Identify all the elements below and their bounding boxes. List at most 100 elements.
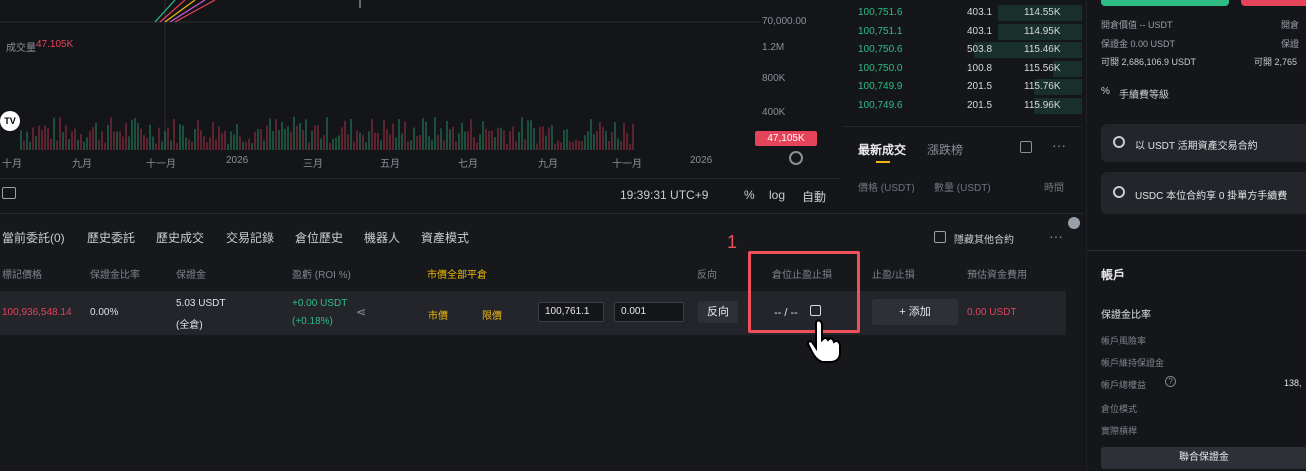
promo-card-usdc[interactable]: USDC 本位合約享 0 掛單方手續費	[1101, 172, 1306, 214]
log-scale-button[interactable]: log	[769, 188, 785, 202]
order-cost: 開倉價值 -- USDT	[1101, 20, 1173, 30]
calendar-icon[interactable]	[2, 187, 16, 199]
tab-bots[interactable]: 機器人	[364, 229, 400, 246]
buy-button[interactable]	[1101, 0, 1229, 6]
tab-open-orders[interactable]: 當前委託(0)	[2, 229, 65, 246]
volume-bar	[323, 135, 325, 150]
add-tpsl-button[interactable]: + 添加	[872, 299, 958, 325]
close-qty-input[interactable]: 0.001	[614, 302, 684, 322]
volume-bar	[530, 120, 532, 150]
tab-trade-history[interactable]: 歷史成交	[156, 229, 204, 246]
percent-scale-button[interactable]: %	[744, 188, 755, 202]
orderbook-total: 115.76K	[1024, 81, 1061, 92]
volume-bar	[53, 117, 55, 150]
volume-bar	[269, 118, 271, 150]
tab-latest-trades[interactable]: 最新成交	[858, 141, 906, 158]
hand-cursor-icon	[806, 319, 841, 363]
roi: (+0.18%)	[292, 316, 333, 327]
volume-bar	[482, 121, 484, 150]
promo-text: 以 USDT 活期資產交易合約	[1135, 141, 1258, 152]
divider	[1087, 250, 1306, 251]
hide-other-contracts-checkbox[interactable]	[934, 231, 946, 243]
orderbook-price: 100,751.1	[858, 25, 903, 37]
close-icon[interactable]	[1068, 217, 1080, 229]
volume-bar	[89, 130, 91, 150]
price-chart[interactable]: 成交量 47.105K 70,000.00 1.2M 800K 400K 47,…	[0, 0, 840, 178]
volume-bar	[629, 143, 631, 150]
sell-button[interactable]	[1241, 0, 1306, 6]
usdc-icon	[1113, 186, 1125, 198]
orderbook-row[interactable]: 100,751.1 403.1 114.95K	[842, 23, 1082, 41]
volume-bar	[278, 130, 280, 150]
orderbook-row[interactable]: 100,749.6 201.5 115.96K	[842, 97, 1082, 115]
close-limit-button[interactable]: 限價	[482, 307, 502, 322]
joint-margin-button[interactable]: 聯合保證金	[1101, 447, 1306, 469]
time-axis-label: 2026	[690, 155, 713, 166]
volume-bar	[80, 134, 82, 150]
volume-bar	[563, 130, 565, 150]
volume-bar	[539, 126, 541, 150]
promo-card-usdt[interactable]: 以 USDT 活期資產交易合約	[1101, 124, 1306, 162]
volume-bar	[431, 140, 433, 150]
volume-bar	[179, 124, 181, 150]
share-icon[interactable]: ⋖	[356, 305, 366, 319]
volume-bar	[392, 123, 394, 150]
volume-bar	[125, 123, 127, 150]
volume-bar	[467, 131, 469, 150]
time-axis-label: 九月	[72, 159, 92, 170]
account-equity-value: 138,	[1284, 378, 1302, 388]
gear-icon[interactable]	[789, 151, 803, 165]
auto-scale-button[interactable]: 自動	[802, 188, 826, 205]
close-all-market-button[interactable]: 市價全部平倉	[427, 266, 487, 281]
right-panel: 開倉價值 -- USDT 開倉 保證金 0.00 USDT 保證 可開 2,68…	[1086, 0, 1306, 471]
tab-position-history[interactable]: 倉位歷史	[295, 229, 343, 246]
help-icon[interactable]: ?	[1165, 376, 1176, 387]
tab-order-history[interactable]: 歷史委託	[87, 229, 135, 246]
header-tpsl: 止盈/止損	[872, 270, 915, 281]
volume-bar	[233, 134, 235, 150]
header-est-fee: 預估資金費用	[967, 270, 1027, 281]
volume-bar	[353, 141, 355, 150]
volume-bar	[365, 142, 367, 150]
tab-transaction-log[interactable]: 交易記錄	[226, 229, 274, 246]
volume-bar	[311, 130, 313, 150]
more-icon[interactable]: ···	[1052, 137, 1066, 153]
orderbook-row[interactable]: 100,750.0 100.8 115.56K	[842, 60, 1082, 78]
volume-bar	[50, 139, 52, 150]
close-price-input[interactable]: 100,761.1	[538, 302, 604, 322]
est-funding-fee: 0.00 USDT	[967, 307, 1017, 318]
more-icon[interactable]: ···	[1049, 228, 1063, 244]
reverse-button[interactable]: 反向	[698, 301, 738, 323]
volume-bar	[68, 139, 70, 150]
volume-bar	[455, 141, 457, 150]
popout-icon[interactable]	[1020, 141, 1032, 153]
fee-level-link[interactable]: 手續費等級	[1119, 86, 1169, 101]
tab-asset-mode[interactable]: 資產模式	[421, 229, 469, 246]
orderbook-row[interactable]: 100,751.6 403.1 114.55K	[842, 4, 1082, 22]
volume-bar	[572, 141, 574, 150]
volume-bar	[347, 134, 349, 150]
tab-movers[interactable]: 漲跌榜	[927, 141, 963, 158]
volume-bar	[284, 128, 286, 150]
volume-bar	[275, 119, 277, 150]
volume-bar	[272, 131, 274, 150]
volume-bar	[308, 142, 310, 150]
volume-bar	[527, 120, 529, 150]
volume-bar	[350, 118, 352, 150]
volume-bar	[266, 125, 268, 150]
volume-bar	[188, 139, 190, 150]
volume-bar	[140, 128, 142, 150]
volume-bar	[92, 127, 94, 150]
close-market-button[interactable]: 市價	[428, 307, 448, 322]
volume-bar	[326, 117, 328, 150]
volume-bar	[626, 132, 628, 150]
tradingview-logo[interactable]: TV	[0, 111, 20, 131]
order-margin-short: 保證	[1281, 39, 1300, 49]
volume-bar	[317, 125, 319, 150]
volume-bar	[428, 136, 430, 150]
time-axis-label: 三月	[303, 159, 323, 170]
orderbook-row[interactable]: 100,749.9 201.5 115.76K	[842, 78, 1082, 96]
orderbook-row[interactable]: 100,750.6 503.8 115.46K	[842, 41, 1082, 59]
volume-bar	[65, 125, 67, 150]
volume-bar	[449, 129, 451, 150]
